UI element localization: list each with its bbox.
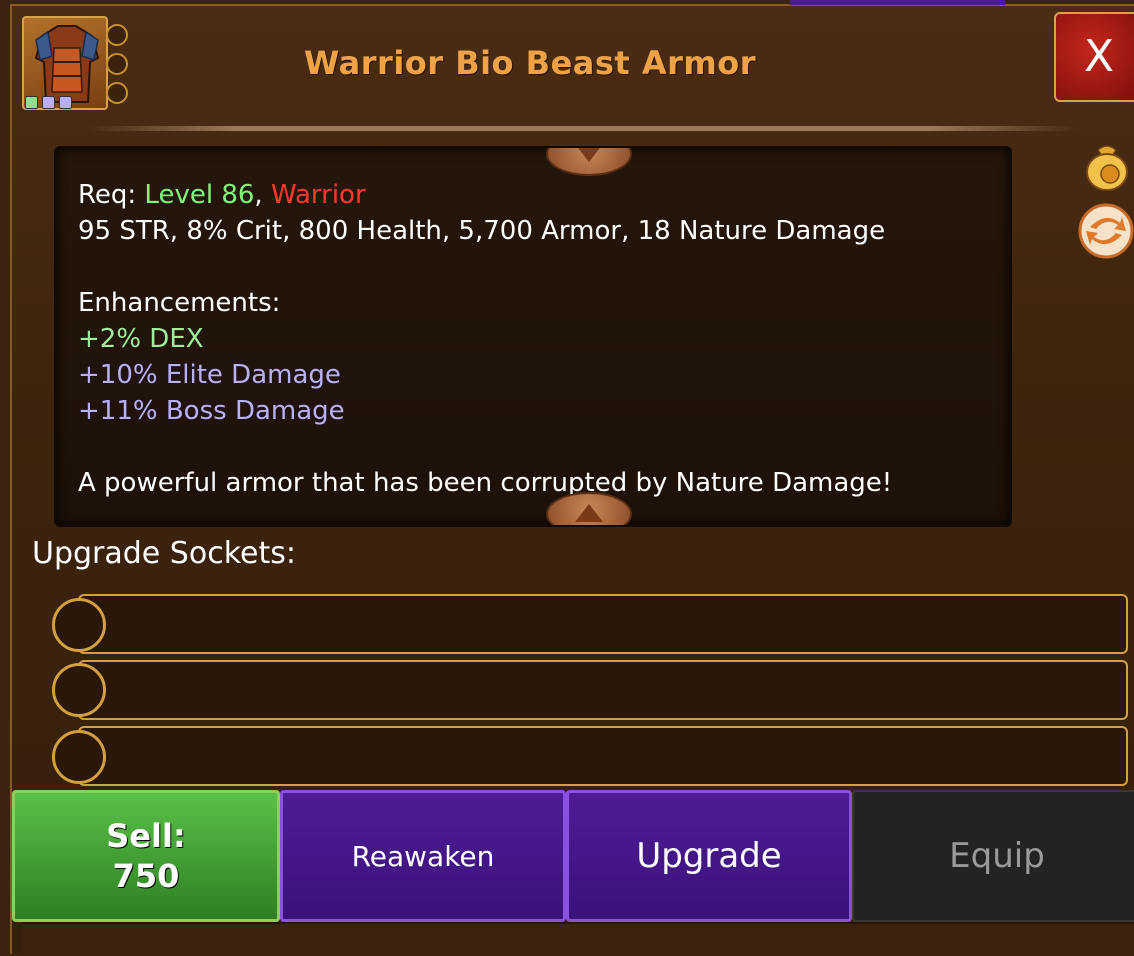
req-prefix: Req: — [78, 180, 145, 210]
req-level: Level 86 — [144, 180, 255, 210]
sell-button[interactable]: Sell: 750 — [12, 790, 280, 922]
reawaken-button[interactable]: Reawaken — [280, 790, 566, 922]
scroll-down-button[interactable] — [546, 492, 632, 525]
upgrade-socket-row[interactable] — [78, 726, 1128, 786]
socket-circle-icon[interactable] — [52, 598, 106, 652]
upgrade-socket-row[interactable] — [78, 594, 1128, 654]
enhancement-dex: +2% DEX — [78, 324, 204, 354]
enhancements-heading: Enhancements: — [78, 288, 281, 318]
sell-label: Sell: — [106, 817, 186, 855]
scroll-up-button[interactable] — [546, 148, 632, 176]
item-socket-dot — [106, 53, 128, 75]
sell-price: 750 — [112, 857, 180, 895]
item-socket-dot — [106, 82, 128, 104]
upgrade-sockets-label: Upgrade Sockets: — [32, 536, 296, 571]
item-socket-dot — [106, 24, 128, 46]
enhancement-elite-damage: +10% Elite Damage — [78, 360, 341, 390]
upgrade-socket-row[interactable] — [78, 660, 1128, 720]
title-divider — [88, 126, 1078, 131]
stats-line: 95 STR, 8% Crit, 800 Health, 5,700 Armor… — [78, 216, 886, 246]
enhancement-gem-icon — [42, 96, 55, 109]
bottom-strip — [22, 922, 1134, 956]
close-button[interactable]: X — [1054, 12, 1134, 102]
top-tab-strip — [790, 0, 1005, 5]
socket-circle-icon[interactable] — [52, 730, 106, 784]
socket-circle-icon[interactable] — [52, 663, 106, 717]
enhancement-gem-icon — [59, 96, 72, 109]
item-flavor-text: A powerful armor that has been corrupted… — [78, 468, 893, 498]
requirements-line: Req: Level 86, Warrior — [78, 180, 366, 210]
equip-button[interactable]: Equip — [852, 790, 1134, 922]
enhancement-gem-icon — [25, 96, 38, 109]
upgrade-button[interactable]: Upgrade — [566, 790, 852, 922]
gold-bag-icon[interactable] — [1082, 140, 1132, 191]
enhancement-boss-damage: +11% Boss Damage — [78, 396, 345, 426]
req-separator: , — [254, 180, 271, 210]
swap-icon[interactable] — [1078, 203, 1134, 259]
item-title: Warrior Bio Beast Armor — [304, 44, 756, 82]
req-class: Warrior — [270, 180, 366, 210]
item-description-box[interactable]: Req: Level 86, Warrior 95 STR, 8% Crit, … — [54, 146, 1012, 527]
